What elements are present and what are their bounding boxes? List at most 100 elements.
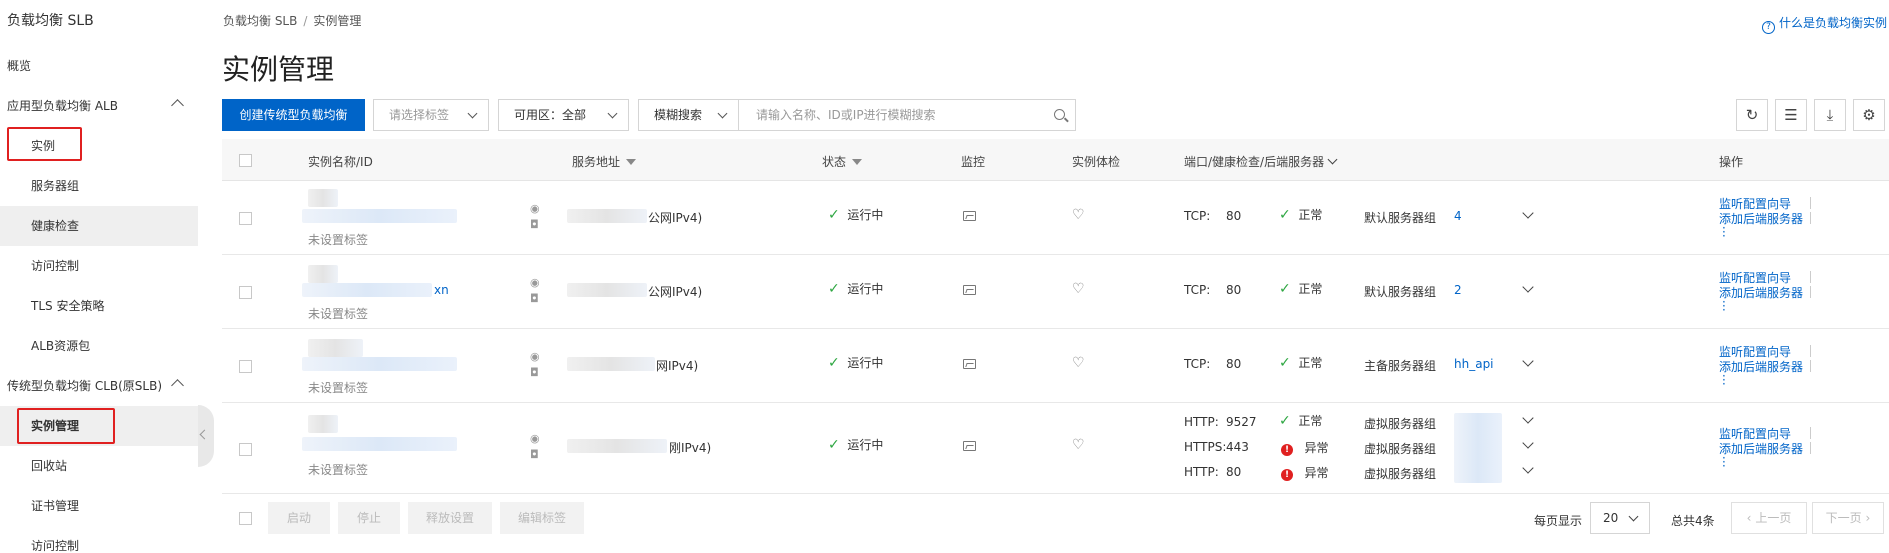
- instance-id-link[interactable]: [302, 209, 457, 223]
- sidebar-item-label: 证书管理: [31, 499, 80, 513]
- chevron-down-icon[interactable]: [1522, 281, 1534, 293]
- sidebar-item-alb-package[interactable]: ALB资源包: [0, 326, 198, 366]
- sidebar-item-tls-policy[interactable]: TLS 安全策略: [0, 286, 198, 326]
- health-exam-icon[interactable]: ♡: [1072, 356, 1085, 370]
- chevron-down-icon[interactable]: [1522, 437, 1534, 449]
- server-group-link[interactable]: 4: [1454, 209, 1462, 223]
- check-icon: ✓: [828, 355, 840, 371]
- instance-id-link[interactable]: [302, 283, 432, 297]
- monitor-icon[interactable]: [963, 285, 976, 295]
- server-group-type: 默认服务器组: [1364, 285, 1437, 299]
- select-all-checkbox[interactable]: [239, 154, 252, 167]
- add-backend-link[interactable]: 添加后端服务器: [1719, 210, 1803, 227]
- shield-icon: ◘: [530, 292, 539, 305]
- action-divider: [1810, 197, 1811, 209]
- instance-tag[interactable]: 未设置标签: [308, 231, 368, 248]
- edit-tags-button[interactable]: 编辑标签: [500, 502, 584, 534]
- sidebar-item-server-groups[interactable]: 服务器组: [0, 166, 198, 206]
- monitor-icon[interactable]: [963, 211, 976, 221]
- sidebar-group-clb[interactable]: 传统型负载均衡 CLB(原SLB): [0, 366, 198, 406]
- instance-id-link[interactable]: [302, 357, 457, 371]
- column-settings-button[interactable]: ☰: [1775, 99, 1807, 131]
- sidebar-item-clb-access-control[interactable]: 访问控制: [0, 526, 198, 553]
- stop-button[interactable]: 停止: [338, 502, 400, 534]
- row-checkbox[interactable]: [239, 212, 252, 225]
- more-actions-icon[interactable]: · · ·: [1722, 222, 1726, 242]
- instance-id-suffix[interactable]: xn: [434, 283, 449, 297]
- zone-select-value: 可用区：全部: [514, 108, 587, 122]
- instance-tag[interactable]: 未设置标签: [308, 379, 368, 396]
- status-text: 运行中: [847, 282, 884, 296]
- more-actions-icon[interactable]: · · ·: [1722, 452, 1726, 472]
- total-count: 总共4条: [1671, 514, 1715, 528]
- filter-icon[interactable]: [852, 159, 863, 165]
- port-protocol: TCP:: [1184, 357, 1211, 371]
- server-group-link[interactable]: hh_api: [1454, 357, 1494, 371]
- add-backend-link[interactable]: 添加后端服务器: [1719, 440, 1803, 457]
- footer-select-all-checkbox[interactable]: [239, 512, 252, 525]
- server-group-link[interactable]: 2: [1454, 283, 1462, 297]
- filter-icon[interactable]: [626, 159, 637, 165]
- start-button[interactable]: 启动: [268, 502, 330, 534]
- action-divider: [1810, 212, 1811, 224]
- header-label: 端口/健康检查/后端服务器: [1184, 155, 1325, 169]
- sidebar-item-health-check[interactable]: 健康检查: [0, 206, 198, 246]
- search-mode-select[interactable]: 模糊搜索: [638, 99, 739, 131]
- page-size-label: 每页显示: [1534, 514, 1583, 528]
- sidebar-item-label: 访问控制: [31, 539, 80, 553]
- breadcrumb-root[interactable]: 负载均衡 SLB: [223, 14, 297, 28]
- instance-tag[interactable]: 未设置标签: [308, 461, 368, 478]
- instance-id-link[interactable]: [302, 437, 457, 451]
- row-checkbox[interactable]: [239, 286, 252, 299]
- health-status: ✓ 正常: [1279, 412, 1322, 429]
- row-checkbox[interactable]: [239, 443, 252, 456]
- sidebar-item-certificates[interactable]: 证书管理: [0, 486, 198, 526]
- sidebar-group-alb[interactable]: 应用型负载均衡 ALB: [0, 86, 198, 126]
- redacted-address: [567, 283, 647, 297]
- chevron-down-icon[interactable]: [1522, 207, 1534, 219]
- monitor-icon[interactable]: [963, 359, 976, 369]
- tag-select[interactable]: 请选择标签: [373, 99, 489, 131]
- location-pin-icon: ◉: [530, 276, 540, 289]
- settings-button[interactable]: ⚙: [1853, 99, 1885, 131]
- instance-tag[interactable]: 未设置标签: [308, 305, 368, 322]
- sidebar-collapse-toggle[interactable]: [198, 405, 214, 467]
- shield-icon: ◘: [530, 366, 539, 379]
- header-ports[interactable]: 端口/健康检查/后端服务器: [1184, 153, 1338, 170]
- add-backend-link[interactable]: 添加后端服务器: [1719, 284, 1803, 301]
- more-actions-icon[interactable]: · · ·: [1722, 296, 1726, 316]
- check-icon: ✓: [828, 207, 840, 223]
- page-size-value: 20: [1603, 511, 1619, 525]
- location-pin-icon: ◉: [530, 202, 540, 215]
- header-status[interactable]: 状态: [822, 153, 863, 170]
- chevron-down-icon[interactable]: [1522, 412, 1534, 424]
- download-button[interactable]: ⤓: [1814, 99, 1846, 131]
- search-icon[interactable]: [1054, 109, 1065, 120]
- table-header: 实例名称/ID 服务地址 状态 监控 实例体检 端口/健康检查/后端服务器 操作: [222, 139, 1889, 181]
- question-circle-icon: ?: [1761, 21, 1775, 34]
- row-checkbox[interactable]: [239, 360, 252, 373]
- next-page-button[interactable]: 下一页 ›: [1812, 502, 1884, 534]
- header-service-address[interactable]: 服务地址: [572, 153, 637, 170]
- search-input[interactable]: 请输入名称、ID或IP进行模糊搜索: [738, 99, 1076, 131]
- sidebar-item-access-control[interactable]: 访问控制: [0, 246, 198, 286]
- health-exam-icon[interactable]: ♡: [1072, 438, 1085, 452]
- health-exam-icon[interactable]: ♡: [1072, 282, 1085, 296]
- zone-select[interactable]: 可用区：全部: [498, 99, 629, 131]
- page-size-select[interactable]: 20: [1590, 502, 1650, 534]
- more-actions-icon[interactable]: · · ·: [1722, 370, 1726, 390]
- health-exam-icon[interactable]: ♡: [1072, 208, 1085, 222]
- chevron-down-icon[interactable]: [1522, 462, 1534, 474]
- prev-page-button[interactable]: ‹ 上一页: [1731, 502, 1807, 534]
- chevron-down-icon[interactable]: [1522, 355, 1534, 367]
- monitor-icon[interactable]: [963, 441, 976, 451]
- create-instance-button[interactable]: 创建传统型负载均衡: [222, 99, 365, 131]
- redacted-server-group-links[interactable]: [1454, 413, 1502, 483]
- sidebar-item-overview[interactable]: 概览: [0, 46, 198, 86]
- help-link[interactable]: ? 什么是负载均衡实例: [1761, 14, 1887, 34]
- release-settings-button[interactable]: 释放设置: [408, 502, 492, 534]
- sidebar-item-recycle-bin[interactable]: 回收站: [0, 446, 198, 486]
- refresh-button[interactable]: ↻: [1736, 99, 1768, 131]
- add-backend-link[interactable]: 添加后端服务器: [1719, 358, 1803, 375]
- shield-icon: ◘: [530, 218, 539, 231]
